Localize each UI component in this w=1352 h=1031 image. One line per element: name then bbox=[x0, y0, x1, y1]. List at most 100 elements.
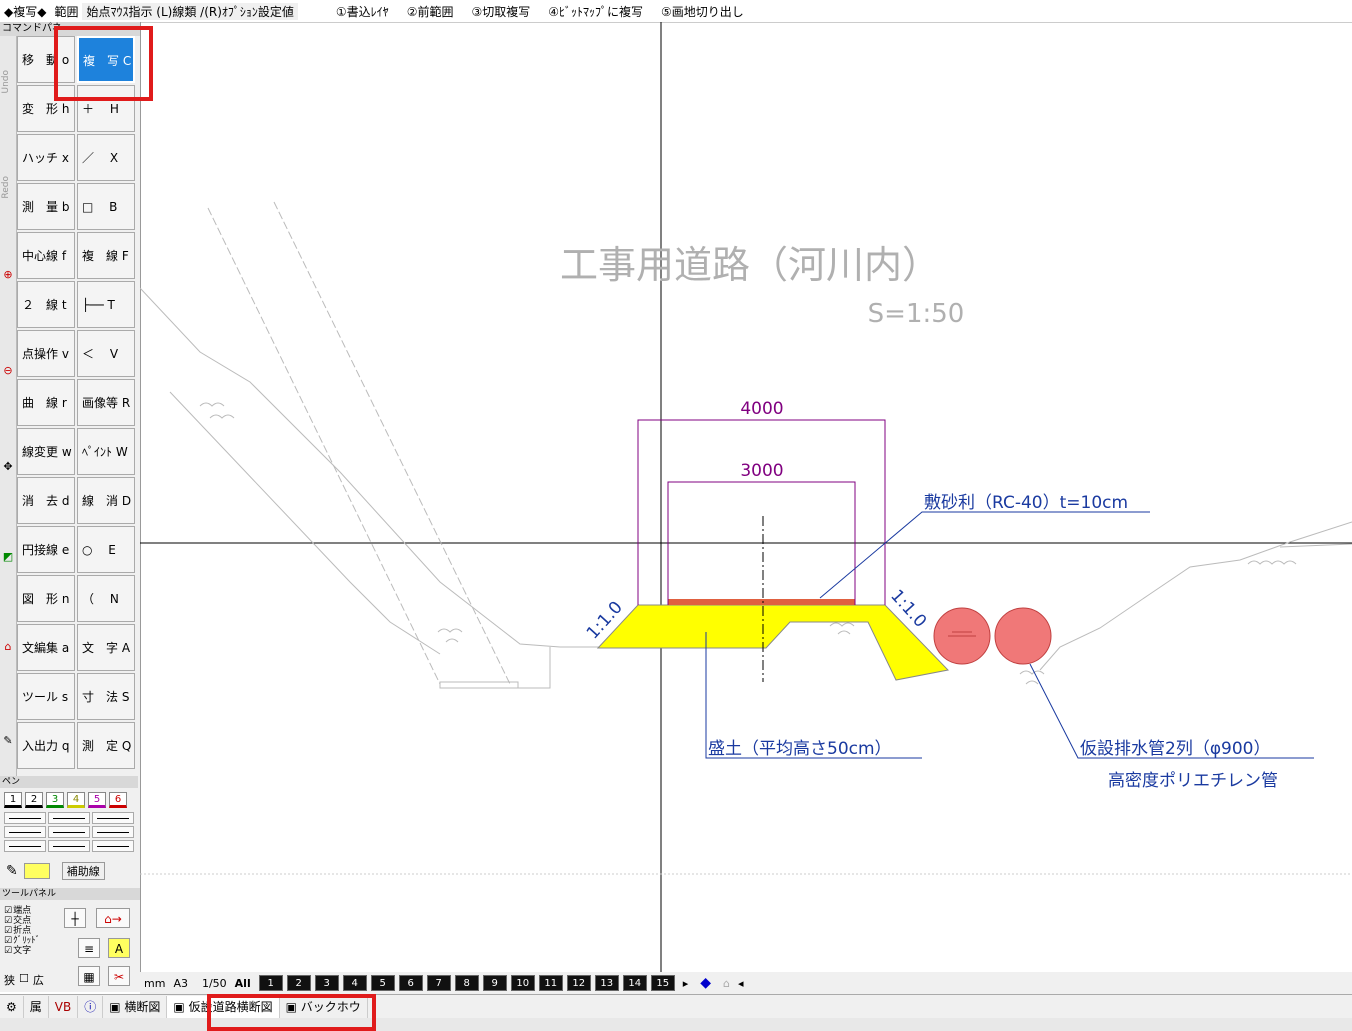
snap-grid[interactable]: ｸﾞﾘｯﾄﾞ bbox=[4, 936, 52, 946]
layer-button-12[interactable]: 12 bbox=[566, 975, 591, 991]
command-left-6[interactable]: ２ 線 t bbox=[17, 281, 75, 328]
layer-prev-arrow[interactable]: ◂ bbox=[738, 977, 744, 990]
layer-next-arrow[interactable]: ▸ bbox=[683, 977, 689, 990]
range-button[interactable]: 範囲 bbox=[50, 3, 82, 20]
snap-text[interactable]: 文字 bbox=[4, 946, 52, 956]
command-right-6[interactable]: ├── T bbox=[77, 281, 135, 328]
layer-button-11[interactable]: 11 bbox=[538, 975, 563, 991]
snap-endpoint[interactable]: 端点 bbox=[4, 906, 52, 916]
pen-color-1[interactable]: 1 bbox=[4, 792, 22, 808]
command-right-8[interactable]: 画像等 R bbox=[77, 379, 135, 426]
line-type-dotted[interactable] bbox=[48, 812, 90, 824]
range-checkbox[interactable]: ☐ bbox=[19, 972, 29, 988]
command-left-10[interactable]: 消 去 d bbox=[17, 477, 75, 524]
undo-button[interactable]: Undo bbox=[1, 70, 11, 94]
attribute-button[interactable]: 属 bbox=[24, 996, 49, 1018]
option-write-layer[interactable]: ①書込ﾚｲﾔ bbox=[332, 3, 393, 20]
line-type-dash-3[interactable] bbox=[48, 840, 90, 852]
line-type-solid[interactable] bbox=[4, 812, 46, 824]
snap-intersection[interactable]: 交点 bbox=[4, 916, 52, 926]
command-left-5[interactable]: 中心線 f bbox=[17, 232, 75, 279]
line-type-chain-2[interactable] bbox=[92, 826, 134, 838]
layer-button-2[interactable]: 2 bbox=[286, 975, 311, 991]
pencil-icon[interactable]: ✎ bbox=[2, 734, 14, 748]
pen-color-4[interactable]: 4 bbox=[67, 792, 85, 808]
line-type-dash-1[interactable] bbox=[4, 826, 46, 838]
zoom-in-icon[interactable]: ⊕ bbox=[2, 268, 14, 282]
command-right-3[interactable]: ／ X bbox=[77, 134, 135, 181]
command-right-13[interactable]: 文 字 A bbox=[77, 624, 135, 671]
line-type-wave[interactable] bbox=[92, 840, 134, 852]
pipe-note: 仮設排水管2列（φ900） bbox=[1080, 739, 1270, 759]
tools-icon[interactable]: ✂ bbox=[108, 966, 130, 986]
pen-tool-icon[interactable]: ✎ bbox=[6, 863, 18, 879]
pen-color-3[interactable]: 3 bbox=[46, 792, 64, 808]
command-right-7[interactable]: ＜ V bbox=[77, 330, 135, 377]
command-left-13[interactable]: 文編集 a bbox=[17, 624, 75, 671]
command-right-11[interactable]: ○ E bbox=[77, 526, 135, 573]
command-left-8[interactable]: 曲 線 r bbox=[17, 379, 75, 426]
line-type-chain[interactable] bbox=[48, 826, 90, 838]
pen-color-5[interactable]: 5 bbox=[88, 792, 106, 808]
paper-size-label[interactable]: A3 bbox=[173, 977, 188, 990]
layer-button-8[interactable]: 8 bbox=[454, 975, 479, 991]
drawing-canvas[interactable]: 4000 3000 1:1.0 1:1.0 工事用道路（河川内） S=1:50 … bbox=[140, 22, 1352, 972]
command-left-11[interactable]: 円接線 e bbox=[17, 526, 75, 573]
list-icon[interactable]: ≡ bbox=[78, 938, 100, 958]
layer-button-6[interactable]: 6 bbox=[398, 975, 423, 991]
option-previous-range[interactable]: ②前範囲 bbox=[403, 3, 458, 20]
line-type-dash-2[interactable] bbox=[4, 840, 46, 852]
option-cut-copy[interactable]: ③切取複写 bbox=[467, 3, 534, 20]
mouse-icon[interactable]: ⌂ bbox=[2, 640, 14, 654]
scale-label[interactable]: 1/50 bbox=[202, 977, 227, 990]
zoom-out-icon[interactable]: ⊖ bbox=[2, 364, 14, 378]
layer-button-14[interactable]: 14 bbox=[622, 975, 647, 991]
layer-button-13[interactable]: 13 bbox=[594, 975, 619, 991]
text-a-icon[interactable]: A bbox=[108, 938, 130, 958]
command-left-7[interactable]: 点操作 v bbox=[17, 330, 75, 377]
layer-button-4[interactable]: 4 bbox=[342, 975, 367, 991]
command-right-14[interactable]: 寸 法 S bbox=[77, 673, 135, 720]
layer-button-9[interactable]: 9 bbox=[482, 975, 507, 991]
layer-button-3[interactable]: 3 bbox=[314, 975, 339, 991]
command-right-15[interactable]: 測 定 Q bbox=[77, 722, 135, 769]
command-right-10[interactable]: 線 消 D bbox=[77, 477, 135, 524]
command-left-12[interactable]: 図 形 n bbox=[17, 575, 75, 622]
layer-button-7[interactable]: 7 bbox=[426, 975, 451, 991]
snap-bend[interactable]: 折点 bbox=[4, 926, 52, 936]
command-left-4[interactable]: 測 量 b bbox=[17, 183, 75, 230]
house-arrow-icon[interactable]: ⌂→ bbox=[96, 908, 130, 928]
pen-color-2[interactable]: 2 bbox=[25, 792, 43, 808]
command-left-14[interactable]: ツール s bbox=[17, 673, 75, 720]
command-right-12[interactable]: （ N bbox=[77, 575, 135, 622]
fit-view-icon[interactable]: ◩ bbox=[2, 550, 14, 564]
crosshair-icon[interactable]: ┼ bbox=[64, 908, 86, 928]
aux-line-toggle[interactable]: 補助線 bbox=[61, 862, 105, 880]
command-left-9[interactable]: 線変更 w bbox=[17, 428, 75, 475]
calculator-icon[interactable]: ▦ bbox=[78, 966, 100, 986]
layer-settings-icon[interactable]: ⌂ bbox=[723, 977, 730, 990]
layer-button-10[interactable]: 10 bbox=[510, 975, 535, 991]
line-type-dashed[interactable] bbox=[92, 812, 134, 824]
layer-button-15[interactable]: 15 bbox=[650, 975, 675, 991]
redo-button[interactable]: Redo bbox=[1, 176, 11, 199]
aux-color-swatch[interactable] bbox=[23, 863, 50, 879]
layer-button-5[interactable]: 5 bbox=[370, 975, 395, 991]
command-left-3[interactable]: ハッチ x bbox=[17, 134, 75, 181]
command-right-5[interactable]: 複 線 F bbox=[77, 232, 135, 279]
option-cut-region[interactable]: ⑤画地切り出し bbox=[657, 3, 748, 20]
info-icon[interactable]: ⓘ bbox=[78, 996, 104, 1018]
pan-icon[interactable]: ✥ bbox=[2, 460, 14, 474]
option-copy-to-bitmap[interactable]: ④ﾋﾞｯﾄﾏｯﾌﾟに複写 bbox=[544, 3, 647, 20]
settings-icon[interactable]: ⚙ bbox=[0, 996, 24, 1018]
layer-group-icon[interactable]: ◆ bbox=[700, 975, 711, 991]
command-left-15[interactable]: 入出力 q bbox=[17, 722, 75, 769]
vb-icon[interactable]: VB bbox=[49, 996, 79, 1018]
tab-cross-section[interactable]: ▣ 横断図 bbox=[103, 996, 168, 1018]
command-right-9[interactable]: ﾍﾟｲﾝﾄ W bbox=[77, 428, 135, 475]
layer-button-1[interactable]: 1 bbox=[258, 975, 283, 991]
wide-label: 広 bbox=[32, 974, 44, 987]
all-layers-button[interactable]: All bbox=[235, 977, 251, 990]
command-right-4[interactable]: □ B bbox=[77, 183, 135, 230]
pen-color-6[interactable]: 6 bbox=[109, 792, 127, 808]
